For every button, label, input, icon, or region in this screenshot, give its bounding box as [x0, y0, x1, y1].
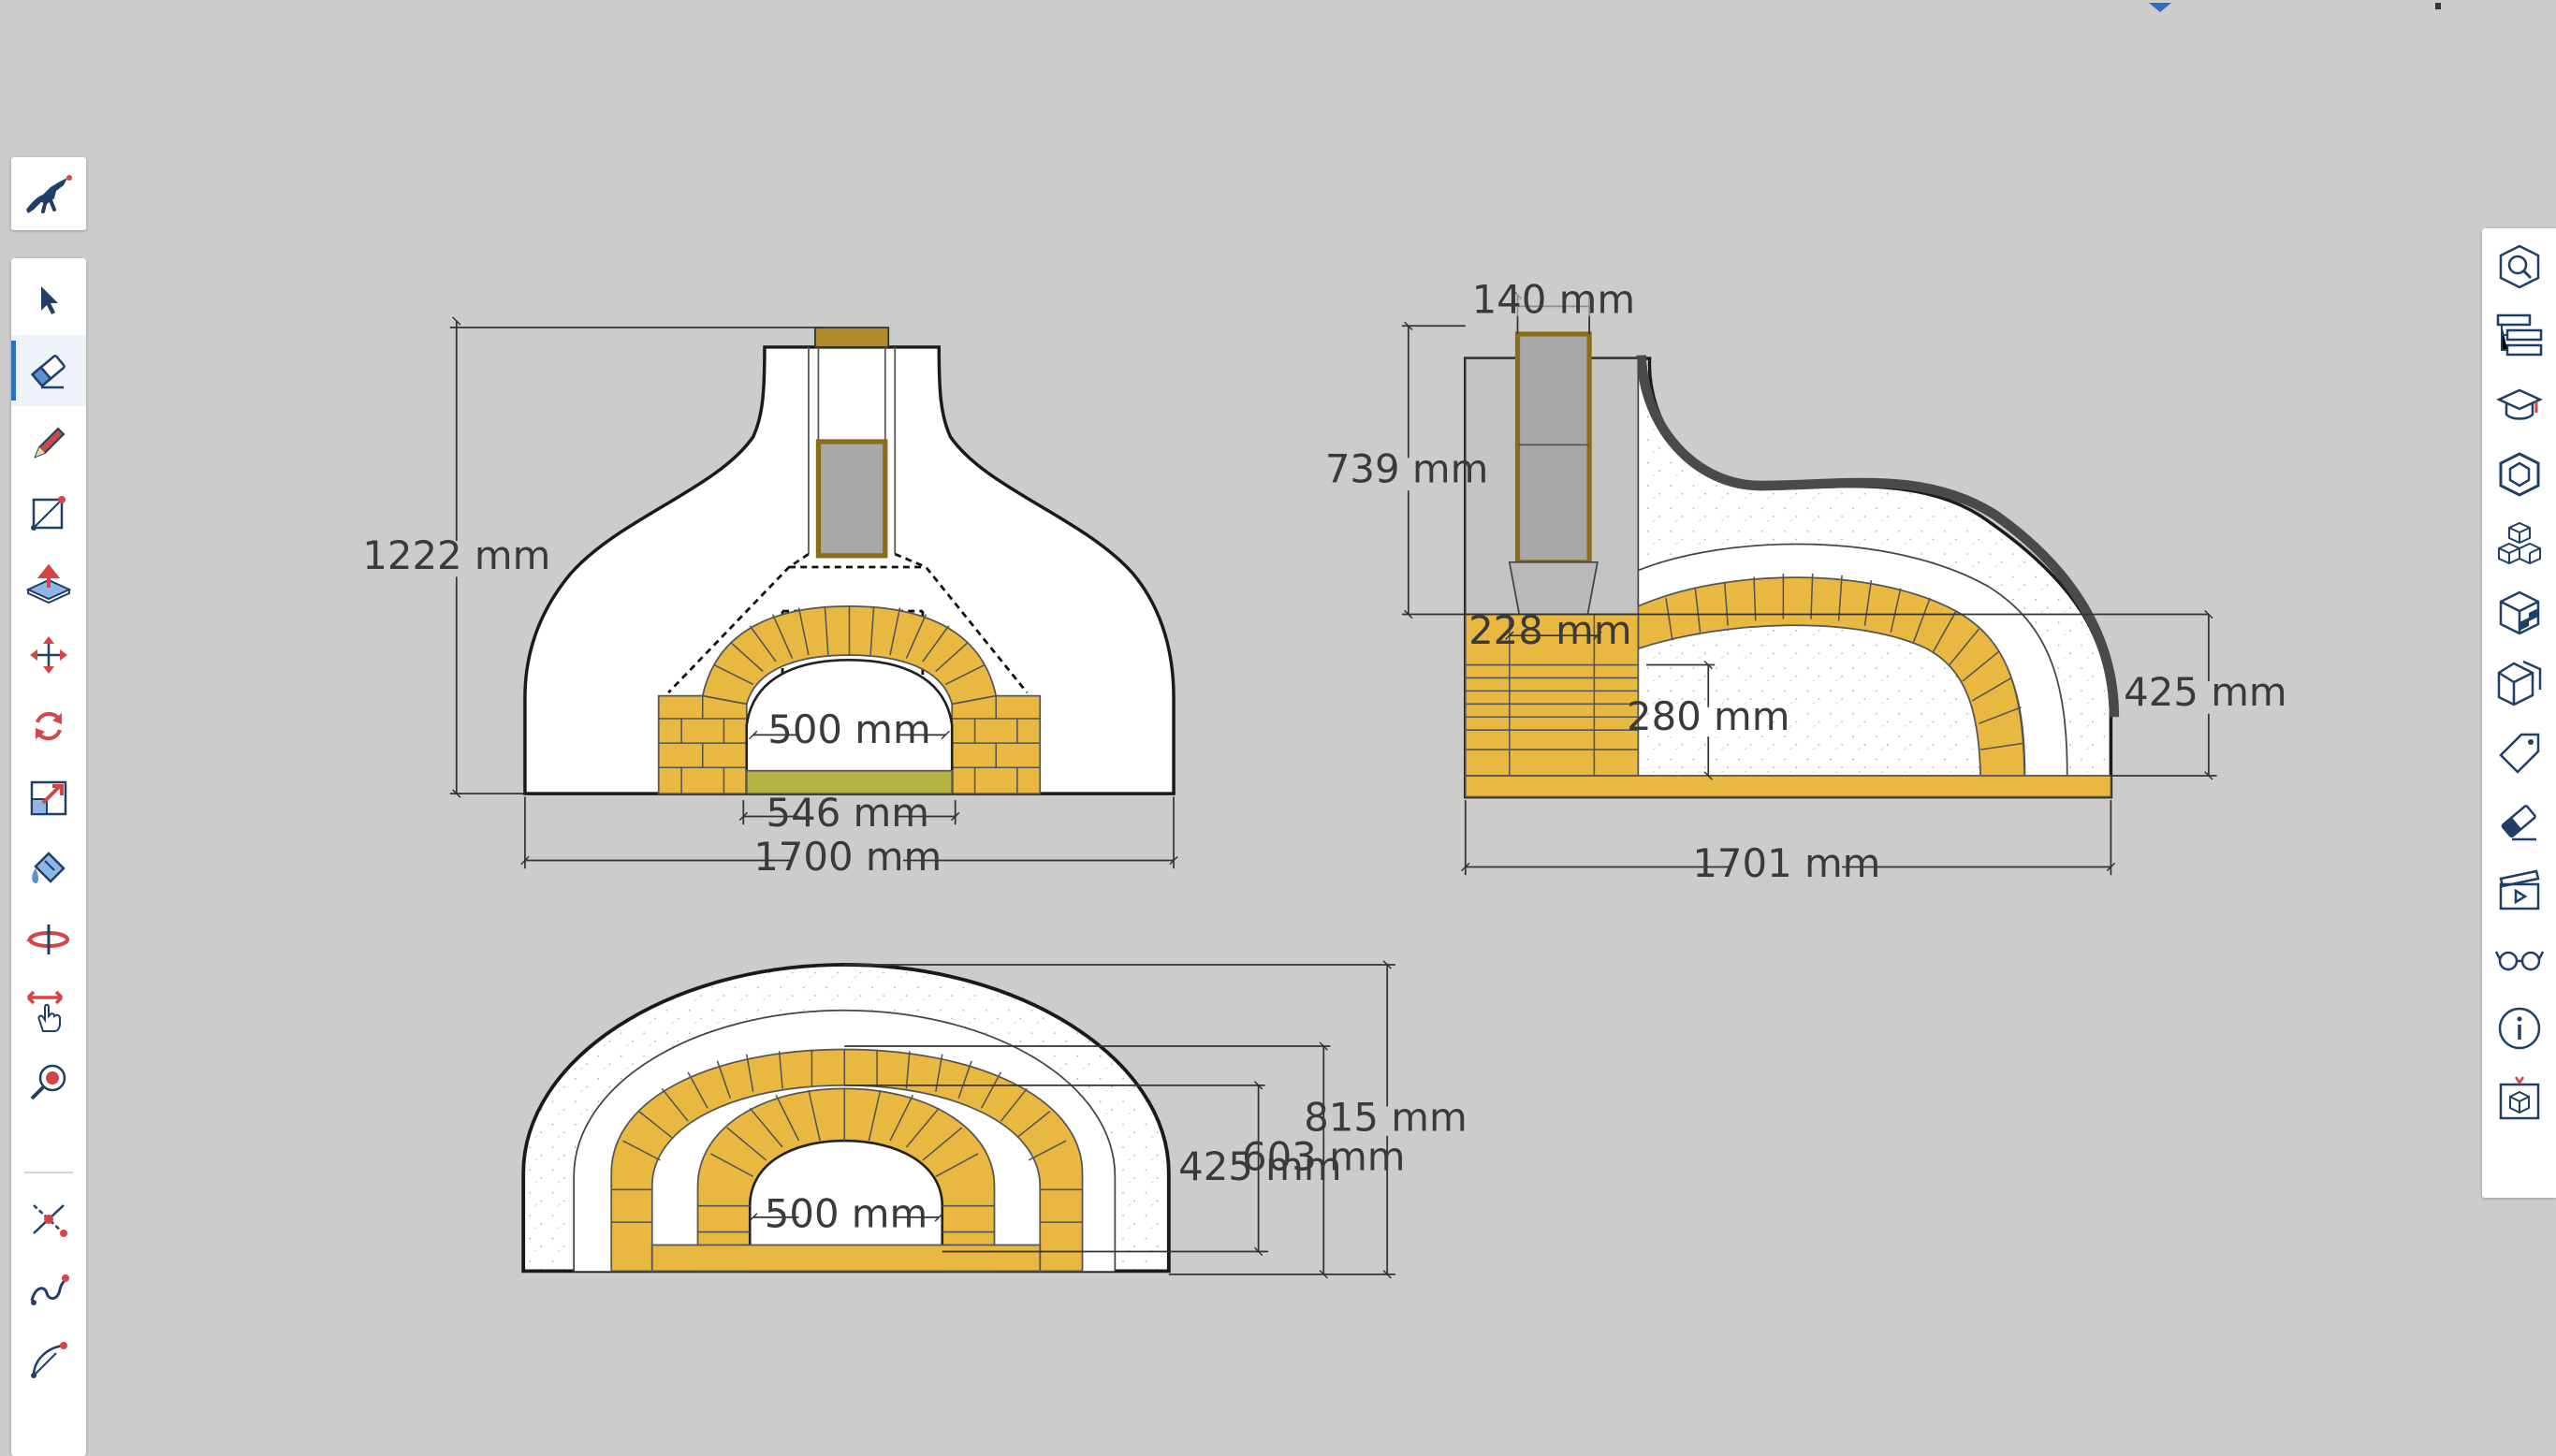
front-height-label: 1222 mm — [362, 532, 550, 578]
side-floor — [1464, 775, 2112, 798]
section-mid-height-label: 603 mm — [1242, 1133, 1405, 1179]
section-view[interactable]: 500 mm 425 mm 603 mm 815 mm — [521, 960, 1468, 1279]
side-chimney-height-label: 739 mm — [1325, 445, 1488, 491]
side-flue-label: 228 mm — [1468, 607, 1631, 653]
side-dome-height-label: 425 mm — [2124, 669, 2286, 715]
section-opening-label: 500 mm — [765, 1190, 927, 1236]
front-width-label: 1700 mm — [753, 834, 942, 880]
side-width-label: 1701 mm — [1692, 840, 1880, 886]
front-opening-label: 500 mm — [767, 706, 930, 752]
front-hearth-label: 546 mm — [767, 790, 929, 836]
chimney-flue-side — [1514, 331, 1592, 565]
section-floor — [650, 1244, 1042, 1273]
drawing-canvas[interactable]: 1222 mm 500 mm 546 mm 1700 mm 140 mm 739… — [0, 0, 2556, 1437]
side-door-height-label: 280 mm — [1627, 693, 1789, 739]
flue-pipe — [815, 439, 888, 559]
front-view[interactable]: 1222 mm 500 mm 546 mm 1700 mm — [362, 316, 1178, 880]
section-outer-height-label: 815 mm — [1304, 1095, 1467, 1141]
side-view[interactable]: 140 mm 739 mm 228 mm 280 mm 425 mm 1701 … — [1325, 276, 2287, 886]
side-chimney-label: 140 mm — [1472, 276, 1635, 322]
chimney-cap — [814, 327, 890, 348]
